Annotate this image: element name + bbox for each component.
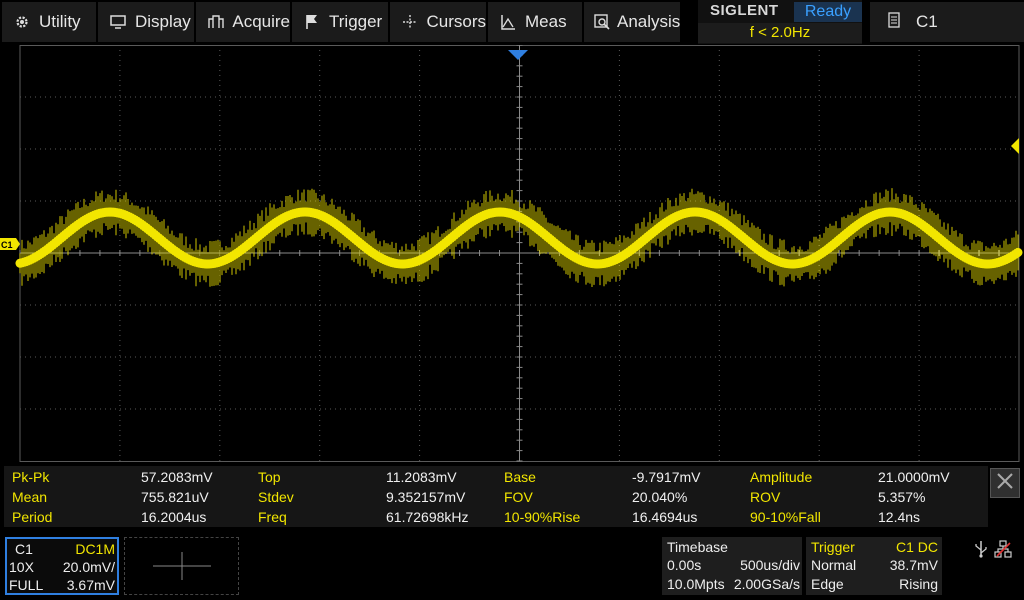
channel-offset-marker[interactable]: C1	[0, 238, 20, 250]
meas-value: 21.0000mV	[878, 469, 950, 485]
measure-icon	[498, 14, 518, 30]
menu-display[interactable]: Display	[98, 2, 194, 42]
waveform-display[interactable]: C1	[0, 44, 1024, 465]
meas-value: 755.821uV	[141, 489, 209, 505]
system-icons	[972, 540, 1016, 560]
menu-utility[interactable]: Utility	[2, 2, 96, 42]
menu-label: Analysis	[617, 12, 681, 31]
menu-label: Trigger	[329, 12, 383, 31]
timebase-title: Timebase	[667, 539, 728, 555]
menu-cursors[interactable]: Cursors	[390, 2, 486, 42]
network-icon	[994, 540, 1012, 563]
monitor-icon	[108, 14, 128, 30]
close-measurements-button[interactable]	[990, 468, 1020, 498]
channel-marker-label: C1	[1, 240, 13, 250]
meas-value: -9.7917mV	[632, 469, 701, 485]
meas-name: Top	[258, 469, 281, 485]
timebase-delay: 0.00s	[667, 557, 702, 573]
menu-meas[interactable]: Meas	[488, 2, 582, 42]
meas-value: 20.040%	[632, 489, 688, 505]
meas-value: 61.72698kHz	[386, 509, 469, 525]
meas-value: 5.357%	[878, 489, 926, 505]
meas-value: 16.2004us	[141, 509, 207, 525]
cursor-cross-icon	[400, 14, 419, 30]
meas-value: 12.4ns	[878, 509, 921, 525]
meas-name: Base	[504, 469, 536, 485]
trigger-level-marker[interactable]	[1011, 138, 1019, 154]
trigger-mode: Normal	[811, 557, 857, 573]
menu-label: Utility	[39, 12, 81, 31]
menu-list-icon	[888, 11, 900, 33]
meas-name: Amplitude	[750, 469, 813, 485]
meas-value: 9.352157mV	[386, 489, 466, 505]
add-channel-slot[interactable]	[124, 537, 239, 595]
trigger-panel[interactable]: Trigger C1 DC Normal 38.7mV Edge Rising	[806, 537, 942, 595]
timebase-scale: 500us/div	[740, 557, 800, 573]
frequency-counter: f < 2.0Hz	[698, 23, 862, 43]
meas-name: Freq	[258, 509, 287, 525]
plus-icon	[153, 552, 211, 585]
channel-coupling: DC1M	[75, 541, 115, 557]
channel1-settings[interactable]: C1 DC1M 10X 20.0mV/ FULL 3.67mV	[5, 537, 119, 595]
trigger-level: 38.7mV	[889, 557, 938, 573]
menu-bar: Utility Display Acquire Trigger Cursors …	[0, 0, 1024, 45]
channel-select-button[interactable]: C1	[870, 2, 1024, 42]
brand-logo: SIGLENT	[710, 2, 779, 19]
acquire-icon	[206, 14, 225, 30]
trigger-type: Edge	[811, 576, 844, 592]
menu-acquire[interactable]: Acquire	[196, 2, 290, 42]
gear-icon	[12, 14, 32, 30]
menu-label: Cursors	[426, 12, 486, 31]
channel-probe: 10X	[9, 559, 34, 575]
waveform-canvas: C1	[0, 44, 1023, 462]
meas-name: 10-90%Rise	[504, 509, 581, 525]
measurement-panel: Pk-Pk 57.2083mV Top 11.2083mV Base -9.79…	[4, 466, 988, 527]
meas-name: Mean	[12, 489, 48, 505]
channel-name: C1	[15, 541, 33, 557]
meas-name: FOV	[504, 489, 533, 505]
meas-name: ROV	[750, 489, 781, 505]
acquisition-status: Ready	[794, 2, 862, 22]
menu-analysis[interactable]: Analysis	[584, 2, 680, 42]
analysis-icon	[594, 14, 610, 30]
status-panel: SIGLENT Ready f < 2.0Hz	[698, 0, 862, 44]
trigger-source: C1 DC	[895, 539, 938, 555]
channel-bandwidth: FULL	[9, 577, 44, 593]
trigger-title: Trigger	[811, 539, 855, 555]
meas-name: Pk-Pk	[12, 469, 50, 485]
channel-offset: 3.67mV	[66, 577, 115, 593]
meas-name: Period	[12, 509, 53, 525]
close-icon	[996, 472, 1014, 495]
timebase-sample-rate: 2.00GSa/s	[733, 576, 800, 592]
menu-label: Display	[135, 12, 191, 31]
menu-label: Meas	[525, 12, 567, 31]
channel-select-label: C1	[916, 12, 938, 31]
usb-icon	[974, 540, 988, 563]
channel-scale: 20.0mV/	[62, 559, 115, 575]
meas-name: 90-10%Fall	[750, 509, 821, 525]
trigger-slope: Rising	[899, 576, 938, 592]
timebase-panel[interactable]: Timebase 0.00s 500us/div 10.0Mpts 2.00GS…	[662, 537, 802, 595]
meas-name: Stdev	[258, 489, 294, 505]
trigger-position-marker[interactable]	[508, 50, 528, 60]
menu-trigger[interactable]: Trigger	[292, 2, 388, 42]
timebase-memory: 10.0Mpts	[667, 576, 725, 592]
flag-icon	[302, 14, 322, 30]
meas-value: 57.2083mV	[141, 469, 213, 485]
meas-value: 11.2083mV	[386, 469, 457, 485]
meas-value: 16.4694us	[632, 509, 698, 525]
menu-label: Acquire	[232, 12, 290, 31]
